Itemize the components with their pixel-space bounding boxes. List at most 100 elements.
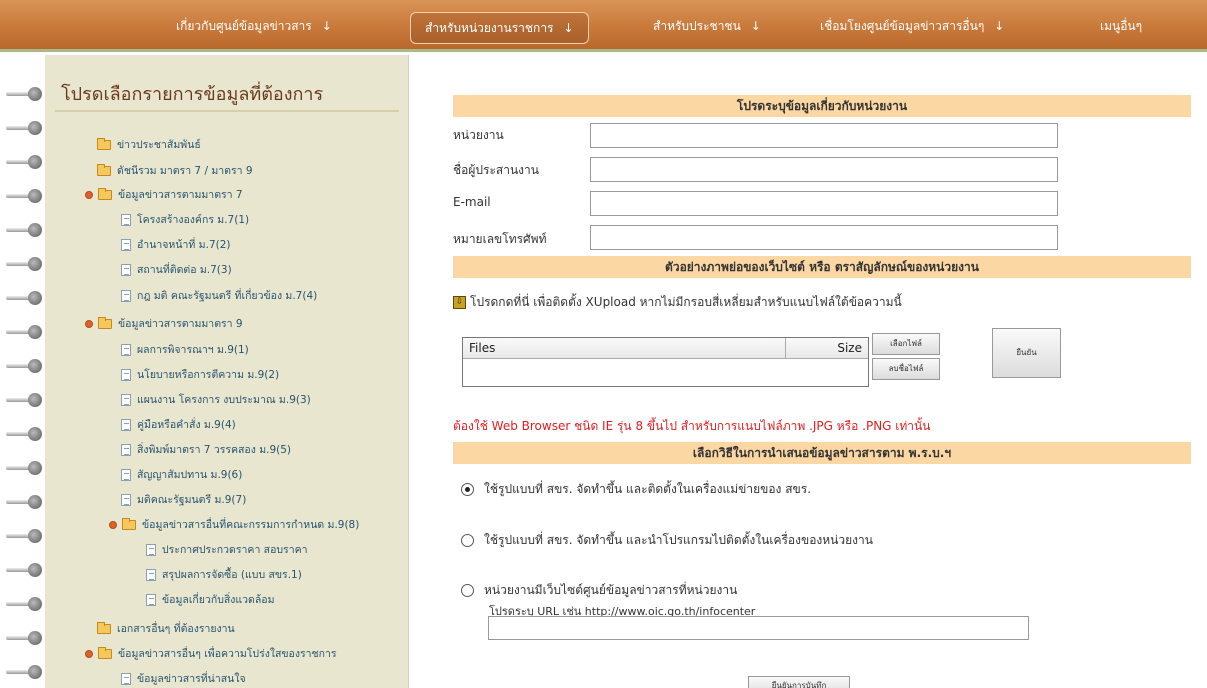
file-list[interactable]: Files Size [462,337,869,387]
email-input[interactable] [590,191,1058,216]
radio-icon[interactable] [461,534,474,547]
tree-item-section9-8[interactable]: ข้อมูลข่าวสารอื่นที่คณะกรรมการกำหนด ม.9(… [109,516,359,533]
spiral-ring-icon [6,323,42,341]
arrow-down-icon: ↓ [994,19,1005,33]
nav-about[interactable]: เกี่ยวกับศูนย์ข้อมูลข่าวสาร ↓ [176,0,332,52]
tree-item-structure[interactable]: โครงสร้างองค์กร ม.7(1) [121,211,249,228]
tree-item-reports[interactable]: เอกสารอื่นๆ ที่ต้องรายงาน [97,620,235,637]
arrow-down-icon: ↓ [563,21,574,35]
confirm-upload-button[interactable]: ยืนยัน [992,328,1061,378]
document-icon [146,568,156,581]
spiral-ring-icon [6,391,42,409]
document-icon [121,393,131,406]
tree-item-transparency[interactable]: ข้อมูลข่าวสารอื่นๆ เพื่อความโปร่งใสของรา… [85,645,337,662]
spiral-ring-icon [6,663,42,681]
download-icon: ⇩ [453,296,466,309]
option-agency-install[interactable]: ใช้รูปแบบที่ สขร. จัดทำขึ้น และนำโปรแกรม… [461,531,873,550]
tree-item-results[interactable]: ผลการพิจารณาฯ ม.9(1) [121,341,249,358]
document-icon [121,368,131,381]
document-icon [121,493,131,506]
radio-icon[interactable] [461,584,474,597]
agency-label: หน่วยงาน [453,128,504,142]
phone-input[interactable] [590,225,1058,250]
tree-item-section9[interactable]: ข้อมูลข่าวสารตามมาตรา 9 [85,315,243,332]
option-oic-server[interactable]: ใช้รูปแบบที่ สขร. จัดทำขึ้น และติดตั้งใน… [461,480,811,499]
url-input[interactable] [488,616,1029,640]
tree-item-index[interactable]: ดัชนีรวม มาตรา 7 / มาตรา 9 [97,162,253,179]
arrow-down-icon: ↓ [321,19,332,33]
document-icon [121,343,131,356]
size-column-header: Size [785,338,868,359]
spiral-ring-icon [6,153,42,171]
expand-bullet-icon [85,649,93,658]
spiral-ring-icon [6,459,42,477]
spiral-ring-icon [6,187,42,205]
nav-other[interactable]: เมนูอื่นๆ [1100,0,1142,52]
coordinator-label: ชื่อผู้ประสานงาน [453,163,539,177]
document-icon [121,263,131,276]
tree-item-procurement[interactable]: สรุปผลการจัดซื้อ (แบบ สขร.1) [146,566,302,583]
expand-bullet-icon [85,190,93,199]
tree-item-news[interactable]: ข่าวประชาสัมพันธ์ [97,136,201,153]
coordinator-input[interactable] [590,157,1058,182]
spiral-binding [0,55,45,688]
tree-item-rules[interactable]: กฎ มติ คณะรัฐมนตรี ที่เกี่ยวข้อง ม.7(4) [121,287,317,304]
tree-item-publications[interactable]: สิ่งพิมพ์มาตรา 7 วรรคสอง ม.9(5) [121,441,291,458]
tree-item-concessions[interactable]: สัญญาสัมปทาน ม.9(6) [121,466,242,483]
tree-item-contact[interactable]: สถานที่ติดต่อ ม.7(3) [121,261,232,278]
spiral-ring-icon [6,527,42,545]
spiral-ring-icon [6,255,42,273]
folder-open-icon [98,187,112,200]
tree-item-bidding[interactable]: ประกาศประกวดราคา สอบราคา [146,541,308,558]
folder-icon [97,621,111,634]
radio-selected-icon[interactable] [461,483,474,496]
sidebar: โปรดเลือกรายการข้อมูลที่ต้องการ ข่าวประช… [45,55,409,688]
browser-warning: ต้องใช้ Web Browser ชนิด IE รุ่น 8 ขึ้นไ… [453,419,931,433]
delete-file-button[interactable]: ลบชื่อไฟล์ [872,358,940,380]
xupload-note[interactable]: ⇩ โปรดกดที่นี่ เพื่อติดตั้ง XUpload หากไ… [453,293,902,312]
tree-item-cabinet[interactable]: มติคณะรัฐมนตรี ม.9(7) [121,491,246,508]
tree-item-interesting[interactable]: ข้อมูลข่าวสารที่น่าสนใจ [121,670,246,687]
tree-item-policy[interactable]: นโยบายหรือการตีความ ม.9(2) [121,366,279,383]
files-column-header: Files [469,341,496,355]
document-icon [121,213,131,226]
expand-bullet-icon [85,319,93,328]
divider [55,110,399,112]
choose-file-button[interactable]: เลือกไฟล์ [872,333,940,355]
document-icon [121,238,131,251]
spiral-ring-icon [6,425,42,443]
tree-item-section7[interactable]: ข้อมูลข่าวสารตามมาตรา 7 [85,186,243,203]
tree-item-manuals[interactable]: คู่มือหรือคำสั่ง ม.9(4) [121,416,236,433]
spiral-ring-icon [6,493,42,511]
section-thumbnail: ตัวอย่างภาพย่อของเว็บไซต์ หรือ ตราสัญลัก… [453,256,1191,278]
submit-button[interactable]: ยืนยันการบันทึก [748,676,850,688]
document-icon [121,672,131,685]
phone-label: หมายเลขโทรศัพท์ [453,232,547,246]
top-navigation: เกี่ยวกับศูนย์ข้อมูลข่าวสาร ↓ สำหรับหน่วย… [0,0,1207,52]
sidebar-title: โปรดเลือกรายการข้อมูลที่ต้องการ [61,84,324,105]
option-own-website[interactable]: หน่วยงานมีเว็บไซต์ศูนย์ข้อมูลข่าวสารที่ห… [461,581,737,600]
tree-item-authority[interactable]: อำนาจหน้าที่ ม.7(2) [121,236,231,253]
spiral-ring-icon [6,629,42,647]
folder-icon [97,163,111,176]
nav-links[interactable]: เชื่อมโยงศูนย์ข้อมูลข่าวสารอื่นๆ ↓ [820,0,1004,52]
spiral-ring-icon [6,289,42,307]
spiral-ring-icon [6,595,42,613]
expand-bullet-icon [109,520,117,529]
agency-input[interactable] [590,123,1058,148]
spiral-ring-icon [6,561,42,579]
folder-icon [97,137,111,150]
spiral-ring-icon [6,221,42,239]
nav-public[interactable]: สำหรับประชาชน ↓ [653,0,761,52]
document-icon [146,593,156,606]
section-presentation: เลือกวิธีในการนำเสนอข้อมูลข่าวสารตาม พ.ร… [453,442,1191,464]
document-icon [146,543,156,556]
tree-item-plans[interactable]: แผนงาน โครงการ งบประมาณ ม.9(3) [121,391,311,408]
spiral-ring-icon [6,357,42,375]
folder-open-icon [98,646,112,659]
nav-government[interactable]: สำหรับหน่วยงานราชการ ↓ [410,12,589,44]
section-agency-info: โปรดระบุข้อมูลเกี่ยวกับหน่วยงาน [453,95,1191,117]
document-icon [121,468,131,481]
document-icon [121,443,131,456]
tree-item-environment[interactable]: ข้อมูลเกี่ยวกับสิ่งแวดล้อม [146,591,275,608]
